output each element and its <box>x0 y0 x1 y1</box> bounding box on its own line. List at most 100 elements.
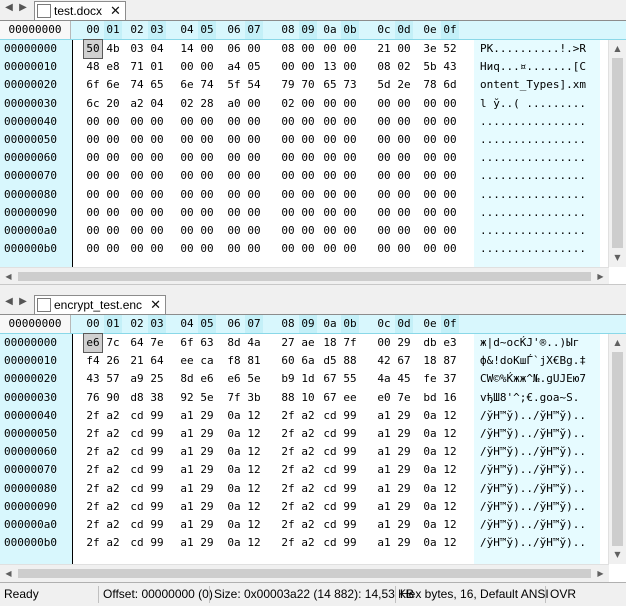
hex-byte[interactable]: bd <box>421 389 439 407</box>
hex-byte[interactable]: 00 <box>225 186 243 204</box>
hex-byte[interactable]: 00 <box>279 240 297 258</box>
hex-byte[interactable]: 54 <box>245 76 263 94</box>
hex-byte[interactable]: 99 <box>148 516 166 534</box>
hex-byte[interactable]: 00 <box>104 186 122 204</box>
hex-byte[interactable]: 00 <box>421 131 439 149</box>
hex-byte[interactable]: 2f <box>84 498 102 516</box>
hex-byte[interactable]: a1 <box>178 425 196 443</box>
hex-byte[interactable]: 00 <box>198 186 216 204</box>
ascii-text[interactable]: /ўН™ў)../ўН™ў).. <box>480 407 600 425</box>
hex-byte[interactable]: 00 <box>395 149 413 167</box>
hex-byte[interactable]: 21 <box>375 40 393 58</box>
hex-byte[interactable]: 00 <box>245 149 263 167</box>
hex-byte[interactable]: 88 <box>279 389 297 407</box>
hex-byte[interactable]: 0a <box>421 443 439 461</box>
hex-byte[interactable]: a1 <box>375 480 393 498</box>
hex-byte[interactable]: 00 <box>299 131 317 149</box>
hex-byte[interactable]: 99 <box>341 407 359 425</box>
hex-byte[interactable]: a0 <box>225 95 243 113</box>
hex-byte[interactable]: 00 <box>395 40 413 58</box>
hex-byte[interactable]: a2 <box>299 534 317 552</box>
hex-byte[interactable]: 29 <box>198 461 216 479</box>
hex-byte[interactable]: cd <box>321 480 339 498</box>
ascii-text[interactable]: l ў..( ......... <box>480 95 600 113</box>
hex-byte[interactable]: 00 <box>148 113 166 131</box>
hex-byte[interactable]: 00 <box>148 149 166 167</box>
hex-byte[interactable]: 00 <box>225 167 243 185</box>
hex-byte[interactable]: 29 <box>395 516 413 534</box>
ascii-text[interactable]: ................ <box>480 131 600 149</box>
hex-byte[interactable]: 0a <box>225 498 243 516</box>
hex-byte[interactable]: 7e <box>395 389 413 407</box>
hex-byte[interactable]: 00 <box>148 222 166 240</box>
hex-pane-2[interactable]: ◀ ▶ encrypt_test.enc ✕ 00000000 00010203… <box>0 294 626 582</box>
ascii-text[interactable]: ф&!doКшЃ`jХ€Bg.‡ <box>480 352 600 370</box>
hex-byte[interactable]: 00 <box>421 149 439 167</box>
hex-byte[interactable]: 00 <box>321 240 339 258</box>
hex-byte[interactable]: 00 <box>441 149 459 167</box>
hex-byte[interactable]: 2f <box>84 480 102 498</box>
hex-byte[interactable]: 67 <box>321 389 339 407</box>
hex-byte[interactable]: 13 <box>321 58 339 76</box>
hex-byte[interactable]: a1 <box>178 516 196 534</box>
horizontal-scroll-thumb[interactable] <box>18 272 591 281</box>
hex-byte[interactable]: a1 <box>178 461 196 479</box>
hex-byte[interactable]: 99 <box>341 534 359 552</box>
hex-byte[interactable]: cd <box>321 425 339 443</box>
hex-byte[interactable]: 6e <box>104 76 122 94</box>
hex-byte[interactable]: ca <box>198 352 216 370</box>
hex-byte[interactable]: b9 <box>279 370 297 388</box>
hex-byte[interactable]: a2 <box>104 443 122 461</box>
hex-byte[interactable]: 67 <box>321 370 339 388</box>
hex-byte[interactable]: a2 <box>299 480 317 498</box>
hex-byte[interactable]: 99 <box>148 443 166 461</box>
hex-byte[interactable]: 00 <box>321 40 339 58</box>
hex-byte[interactable]: 0a <box>421 425 439 443</box>
hex-byte[interactable]: 00 <box>245 95 263 113</box>
hex-byte[interactable]: ee <box>341 389 359 407</box>
hex-byte[interactable]: d8 <box>128 389 146 407</box>
hex-byte[interactable]: 00 <box>299 149 317 167</box>
hex-byte[interactable]: cd <box>321 407 339 425</box>
hex-byte[interactable]: 00 <box>128 240 146 258</box>
hex-byte[interactable]: 00 <box>225 240 243 258</box>
ascii-text[interactable]: /ўН™ў)../ўН™ў).. <box>480 534 600 552</box>
hex-byte[interactable]: 00 <box>395 240 413 258</box>
close-tab-icon[interactable]: ✕ <box>110 4 121 19</box>
hex-byte[interactable]: db <box>421 334 439 352</box>
hex-byte[interactable]: 0a <box>225 480 243 498</box>
hex-byte[interactable]: 8d <box>178 370 196 388</box>
hex-byte[interactable]: 57 <box>104 370 122 388</box>
hex-byte[interactable]: 5e <box>198 389 216 407</box>
hex-byte[interactable]: 00 <box>245 186 263 204</box>
hex-byte[interactable]: 00 <box>279 58 297 76</box>
hex-byte[interactable]: 2f <box>84 407 102 425</box>
hex-byte[interactable]: 29 <box>198 443 216 461</box>
hex-byte[interactable]: 00 <box>395 186 413 204</box>
hex-byte[interactable]: a1 <box>375 407 393 425</box>
hex-byte[interactable]: 29 <box>198 516 216 534</box>
hex-byte[interactable]: 64 <box>128 334 146 352</box>
hex-byte[interactable]: 00 <box>245 167 263 185</box>
hex-byte[interactable]: 00 <box>421 113 439 131</box>
hex-byte[interactable]: 2f <box>84 534 102 552</box>
hex-byte[interactable]: 00 <box>375 149 393 167</box>
hex-byte[interactable]: a2 <box>128 95 146 113</box>
hex-byte[interactable]: f8 <box>225 352 243 370</box>
hex-byte[interactable]: 12 <box>245 480 263 498</box>
hex-byte[interactable]: 00 <box>245 113 263 131</box>
hex-byte[interactable]: 00 <box>279 186 297 204</box>
hex-byte[interactable]: cd <box>128 516 146 534</box>
hex-byte[interactable]: 00 <box>395 167 413 185</box>
hex-byte[interactable]: 2f <box>84 461 102 479</box>
hex-byte[interactable]: 29 <box>198 407 216 425</box>
hex-byte[interactable]: a2 <box>104 461 122 479</box>
hex-byte[interactable]: 21 <box>128 352 146 370</box>
hex-byte[interactable]: 05 <box>245 58 263 76</box>
hex-byte[interactable]: 45 <box>395 370 413 388</box>
hex-byte[interactable]: 12 <box>245 407 263 425</box>
scroll-up-icon[interactable]: ▲ <box>609 334 626 351</box>
hex-byte[interactable]: a2 <box>104 534 122 552</box>
hex-byte[interactable]: 28 <box>198 95 216 113</box>
hex-byte[interactable]: 00 <box>375 186 393 204</box>
